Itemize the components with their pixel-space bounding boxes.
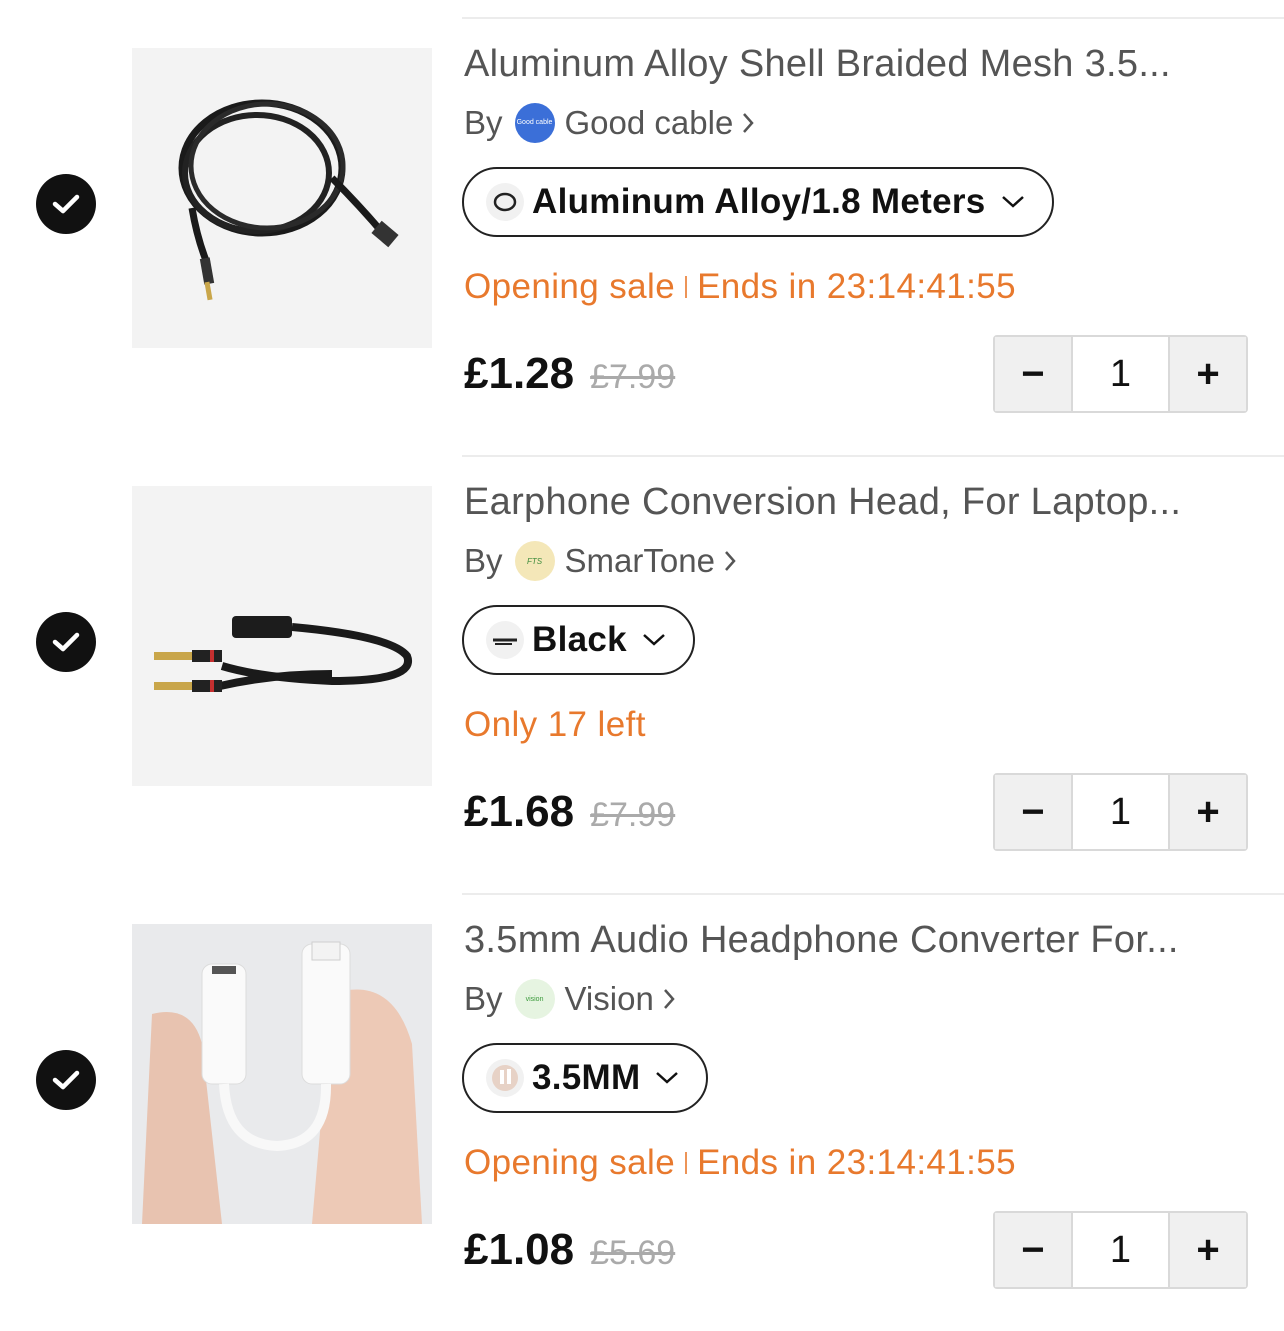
chevron-right-icon (743, 113, 754, 133)
chevron-down-icon (643, 634, 665, 646)
product-title[interactable]: 3.5mm Audio Headphone Converter For... (464, 919, 1254, 962)
by-label: By (464, 104, 503, 141)
adapter-image (132, 924, 432, 1224)
seller-logo-text: Good cable (516, 119, 553, 126)
promo-label: Opening sale (464, 1143, 676, 1182)
cart-item: Aluminum Alloy Shell Braided Mesh 3.5...… (0, 17, 1284, 455)
original-price: £5.69 (590, 1234, 676, 1272)
variant-label: Black (532, 620, 627, 659)
price-row: £1.68 £7.99 (464, 787, 675, 837)
promo-line: Only 17 left (464, 705, 646, 745)
seller-logo-text: vision (525, 995, 544, 1003)
select-checkbox[interactable] (36, 174, 96, 234)
chevron-right-icon (724, 551, 736, 571)
select-checkbox[interactable] (36, 1050, 96, 1110)
price-row: £1.28 £7.99 (464, 349, 675, 399)
product-image[interactable] (132, 486, 432, 786)
promo-countdown: Ends in 23:14:41:55 (697, 267, 1017, 306)
seller-link[interactable]: By Good cable Good cable (464, 103, 755, 143)
seller-logo: vision (514, 979, 555, 1019)
variant-thumbnail (486, 621, 524, 659)
divider (462, 455, 1284, 457)
checkmark-icon (52, 194, 80, 214)
quantity-stepper: − 1 + (993, 335, 1248, 413)
variant-thumbnail (486, 183, 524, 221)
current-price: £1.68 (464, 787, 575, 836)
variant-selector[interactable]: Black (462, 605, 695, 675)
cart-item: 3.5mm Audio Headphone Converter For... B… (0, 893, 1284, 1331)
by-label: By (464, 980, 503, 1017)
promo-countdown: Ends in 23:14:41:55 (697, 1143, 1017, 1182)
original-price: £7.99 (590, 358, 676, 396)
variant-label: Aluminum Alloy/1.8 Meters (532, 182, 986, 221)
quantity-stepper: − 1 + (993, 773, 1248, 851)
product-image[interactable] (132, 48, 432, 348)
seller-name: SmarTone (564, 542, 715, 579)
increase-button[interactable]: + (1170, 775, 1246, 849)
quantity-value[interactable]: 1 (1071, 337, 1170, 411)
promo-line: Opening sale Ends in 23:14:41:55 (464, 267, 1016, 307)
quantity-value[interactable]: 1 (1071, 1213, 1170, 1287)
seller-logo-text: FTS (526, 556, 543, 566)
decrease-button[interactable]: − (995, 1213, 1071, 1287)
promo-line: Opening sale Ends in 23:14:41:55 (464, 1143, 1016, 1183)
variant-label: 3.5MM (532, 1058, 641, 1097)
checkmark-icon (52, 632, 80, 652)
variant-selector[interactable]: 3.5MM (462, 1043, 709, 1113)
increase-button[interactable]: + (1170, 1213, 1246, 1287)
divider (462, 893, 1284, 895)
current-price: £1.08 (464, 1225, 575, 1274)
product-title[interactable]: Earphone Conversion Head, For Laptop... (464, 481, 1254, 524)
cart-item: Earphone Conversion Head, For Laptop... … (0, 455, 1284, 893)
decrease-button[interactable]: − (995, 337, 1071, 411)
product-title[interactable]: Aluminum Alloy Shell Braided Mesh 3.5... (464, 43, 1254, 86)
promo-separator (685, 276, 688, 298)
cable-image (132, 48, 432, 348)
cart-item-list: Aluminum Alloy Shell Braided Mesh 3.5...… (0, 0, 1284, 1322)
seller-name: Good cable (564, 104, 734, 141)
quantity-value[interactable]: 1 (1071, 775, 1170, 849)
quantity-stepper: − 1 + (993, 1211, 1248, 1289)
price-row: £1.08 £5.69 (464, 1225, 675, 1275)
chevron-down-icon (1001, 196, 1024, 208)
original-price: £7.99 (590, 796, 676, 834)
variant-selector[interactable]: Aluminum Alloy/1.8 Meters (462, 167, 1054, 237)
seller-logo: FTS (514, 541, 555, 581)
product-image[interactable] (132, 924, 432, 1224)
chevron-down-icon (656, 1072, 679, 1084)
increase-button[interactable]: + (1170, 337, 1246, 411)
seller-logo: Good cable (514, 103, 555, 143)
promo-separator (685, 1152, 688, 1174)
promo-label: Opening sale (464, 267, 676, 306)
variant-thumbnail (486, 1059, 524, 1097)
seller-name: Vision (564, 980, 654, 1017)
splitter-cable-image (132, 486, 432, 786)
divider (462, 17, 1284, 19)
stock-warning: Only 17 left (464, 705, 646, 744)
chevron-right-icon (663, 989, 675, 1009)
seller-link[interactable]: By vision Vision (464, 979, 676, 1019)
by-label: By (464, 542, 503, 579)
checkmark-icon (52, 1070, 80, 1090)
seller-link[interactable]: By FTS SmarTone (464, 541, 737, 581)
decrease-button[interactable]: − (995, 775, 1071, 849)
current-price: £1.28 (464, 349, 575, 398)
select-checkbox[interactable] (36, 612, 96, 672)
